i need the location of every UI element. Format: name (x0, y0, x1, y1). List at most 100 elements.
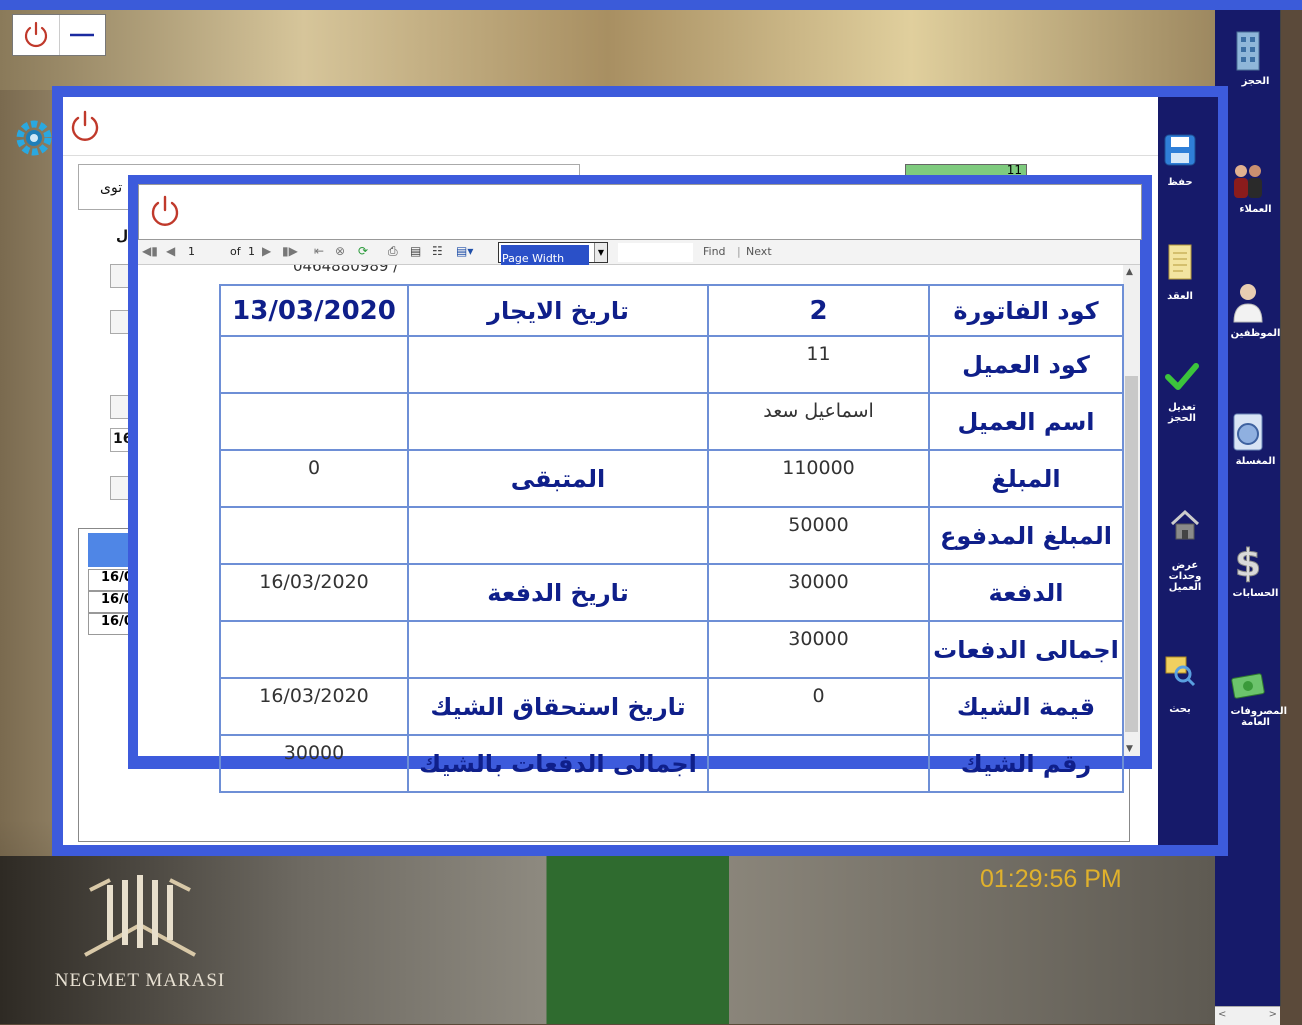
next-link[interactable]: Next (746, 245, 772, 258)
cell-label: المتبقى (407, 449, 709, 508)
zoom-select[interactable]: Page Width ▼ (498, 242, 608, 266)
sidebar-item-booking[interactable]: الحجز (1215, 28, 1280, 87)
next-page-icon[interactable]: ▶ (262, 244, 271, 258)
desktop-background-top (0, 0, 1215, 90)
table-row: 0 المتبقى 110000 المبلغ (219, 449, 1124, 508)
back-icon[interactable]: ⇤ (314, 244, 324, 258)
cell-label: الدفعة (928, 563, 1124, 622)
cell-value: 30000 (707, 620, 930, 679)
logo: NEGMET MARASI (30, 870, 250, 1000)
contract-icon (1168, 244, 1192, 280)
chevron-down-icon[interactable]: ▼ (594, 243, 607, 262)
cell-value: 0 (707, 677, 930, 736)
first-page-icon[interactable]: ◀▮ (142, 244, 158, 258)
input-field[interactable] (110, 476, 130, 500)
find-input[interactable] (618, 243, 693, 262)
report-window-titlebar (138, 184, 1142, 240)
refresh-icon[interactable]: ⟳ (358, 244, 368, 258)
people-icon (1233, 165, 1262, 198)
power-icon[interactable] (147, 193, 183, 229)
search-icon (1165, 656, 1196, 687)
cell-label (407, 506, 709, 565)
cell-value: 11 (707, 335, 930, 394)
find-link[interactable]: Find (703, 245, 726, 258)
edit-booking-label: تعديل الحجز (1168, 402, 1196, 424)
cell-value (707, 734, 930, 793)
minimize-icon (70, 33, 95, 37)
scroll-left-icon[interactable]: < (1218, 1009, 1226, 1020)
stop-icon[interactable]: ⊗ (335, 244, 345, 258)
save-button[interactable]: حفظ (1160, 133, 1200, 188)
cell-label: كود الفاتورة (928, 284, 1124, 337)
top-strip (0, 0, 1302, 10)
cell-label: اجمالى الدفعات (928, 620, 1124, 679)
minimize-button[interactable] (58, 15, 106, 55)
save-label: حفظ (1167, 177, 1193, 188)
dollar-icon: $ (1234, 541, 1261, 585)
cell-label (407, 620, 709, 679)
sidebar-scrollbar[interactable]: < > (1215, 1006, 1280, 1025)
edit-booking-button[interactable]: تعديل الحجز (1162, 362, 1202, 424)
table-row: 50000 المبلغ المدفوع (219, 506, 1124, 565)
scroll-down-icon[interactable]: ▼ (1126, 744, 1133, 754)
invoice-table: 13/03/2020 تاريخ الايجار 2 كود الفاتورة 11 كو… (219, 284, 1124, 793)
cell-label: اسم العميل (928, 392, 1124, 451)
partial-phone-text: 0464880989 / (293, 265, 399, 275)
contract-label: العقد (1167, 291, 1193, 302)
employee-icon (1232, 284, 1263, 323)
cell-label (407, 392, 709, 451)
logo-mark-icon (84, 875, 196, 957)
power-button[interactable] (13, 15, 59, 55)
cell-value (219, 335, 409, 394)
field-text: توى (100, 180, 123, 196)
washing-machine-icon (1233, 413, 1262, 451)
gear-icon[interactable] (14, 118, 54, 158)
cell-value: 30000 (219, 734, 409, 793)
logo-text: NEGMET MARASI (54, 970, 226, 991)
search-button[interactable]: بحث (1160, 654, 1200, 715)
field-label: ل (116, 228, 129, 244)
table-row: 16/03/2020 تاريخ الدفعة 30000 الدفعة (219, 563, 1124, 622)
export-icon[interactable]: ▤▾ (456, 244, 473, 258)
print-layout-icon[interactable]: ▤ (410, 244, 421, 258)
scroll-right-icon[interactable]: > (1269, 1009, 1277, 1020)
cell-value: 13/03/2020 (219, 284, 409, 337)
previous-page-icon[interactable]: ◀ (166, 244, 175, 258)
sidebar-item-label: المصروفات العامة (1230, 706, 1288, 728)
cell-value: اسماعيل سعد (707, 392, 930, 451)
table-row: اسماعيل سعد اسم العميل (219, 392, 1124, 451)
table-row: 30000 اجمالى الدفعات (219, 620, 1124, 679)
sidebar-item-label: الموظفين (1230, 328, 1281, 339)
page-total: 1 (248, 245, 255, 258)
input-field[interactable] (110, 310, 130, 334)
grid-cell[interactable]: 16/0 (88, 613, 130, 635)
print-icon[interactable]: ⎙ (388, 244, 398, 259)
grid-cell-text: 16/0 (101, 570, 130, 585)
cell-value: 110000 (707, 449, 930, 508)
client-units-button[interactable]: عرض وحدات العميل (1165, 508, 1205, 593)
cell-value: 50000 (707, 506, 930, 565)
page-setup-icon[interactable]: ☷ (432, 244, 443, 258)
cell-label: رقم الشيك (928, 734, 1124, 793)
cell-value: 16/03/2020 (219, 563, 409, 622)
sidebar-item-label: الحسابات (1232, 588, 1279, 599)
grid-cell[interactable]: 16/0 (88, 569, 130, 591)
page-of-label: of (230, 245, 241, 258)
input-field[interactable] (110, 264, 130, 288)
building-icon (1236, 31, 1259, 71)
input-field[interactable] (110, 395, 130, 419)
grid-cell[interactable]: 16/0 (88, 591, 130, 613)
cell-value: 2 (707, 284, 930, 337)
contract-button[interactable]: العقد (1160, 243, 1200, 302)
scroll-up-icon[interactable]: ▲ (1126, 267, 1133, 277)
table-row: 30000 اجمالى الدفعات بالشيك رقم الشيك (219, 734, 1124, 793)
power-icon[interactable] (67, 108, 103, 144)
toolbar-separator: | (737, 245, 741, 258)
cell-value (219, 392, 409, 451)
page-number-input[interactable]: 1 (188, 245, 195, 258)
scrollbar-thumb[interactable] (1125, 376, 1138, 732)
sidebar-item-label: المغسلة (1235, 456, 1276, 467)
last-page-icon[interactable]: ▮▶ (282, 244, 298, 258)
cell-value: 16/03/2020 (219, 677, 409, 736)
divider (63, 155, 1158, 156)
